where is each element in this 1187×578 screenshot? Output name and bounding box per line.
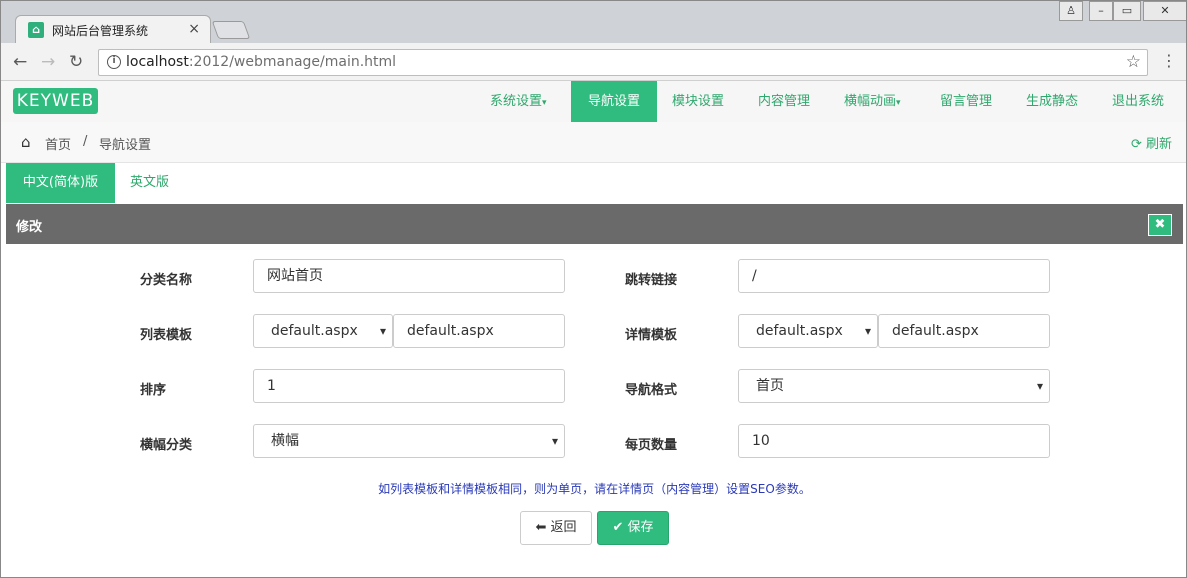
url-host: localhost <box>126 54 189 70</box>
edit-panel-header: 修改 ✖ <box>6 204 1183 244</box>
list-template-label: 列表模板 <box>140 328 193 343</box>
nav-generate-static[interactable]: 生成静态 <box>1026 81 1078 122</box>
nav-style-label: 导航格式 <box>625 383 678 398</box>
url-path: :2012/webmanage/main.html <box>188 54 397 70</box>
sort-input[interactable]: 1 <box>253 369 565 403</box>
refresh-button[interactable]: ⟳ 刷新 <box>1131 133 1172 152</box>
language-tabs: 中文(简体)版 英文版 <box>6 163 1183 203</box>
chevron-down-icon: ▾ <box>896 98 901 108</box>
seo-notice: 如列表模板和详情模板相同，则为单页，请在详情页（内容管理）设置SEO参数。 <box>378 482 811 496</box>
nav-label: 生成静态 <box>1026 94 1079 109</box>
list-template-select[interactable]: default.aspx <box>253 314 393 348</box>
refresh-label: 刷新 <box>1145 137 1172 152</box>
browser-menu-icon[interactable]: ⋮ <box>1161 51 1177 70</box>
nav-system-settings[interactable]: 系统设置▾ <box>490 81 547 122</box>
nav-label: 系统设置 <box>490 94 543 109</box>
tab-english[interactable]: 英文版 <box>130 163 169 203</box>
nav-navigation-settings[interactable]: 导航设置 <box>571 81 657 122</box>
nav-label: 模块设置 <box>672 94 725 109</box>
url-text[interactable]: localhost:2012/webmanage/main.html <box>126 54 396 70</box>
arrow-left-icon: ⬅ <box>535 520 547 535</box>
nav-content-management[interactable]: 内容管理 <box>758 81 810 122</box>
tab-title: 网站后台管理系统 <box>52 24 149 38</box>
chevron-down-icon: ▾ <box>542 98 547 108</box>
redirect-link-input[interactable]: / <box>738 259 1050 293</box>
close-panel-icon[interactable]: ✖ <box>1148 214 1172 236</box>
breadcrumb-home[interactable]: 首页 <box>45 134 71 153</box>
detail-template-select[interactable]: default.aspx <box>738 314 878 348</box>
breadcrumb: ⌂ 首页 / 导航设置 ⟳ 刷新 <box>1 122 1186 163</box>
edit-panel-body: 分类名称 网站首页 跳转链接 / 列表模板 default.aspx defau… <box>6 244 1183 574</box>
nav-label: 留言管理 <box>940 94 993 109</box>
banner-category-select[interactable]: 横幅 <box>253 424 565 458</box>
home-favicon-icon: ⌂ <box>28 22 44 38</box>
breadcrumb-separator: / <box>83 134 88 149</box>
back-label: 返回 <box>550 520 577 535</box>
info-icon[interactable]: i <box>107 55 121 69</box>
nav-style-select[interactable]: 首页 <box>738 369 1050 403</box>
nav-label: 内容管理 <box>758 94 811 109</box>
browser-toolbar: ← → ↻ i localhost:2012/webmanage/main.ht… <box>1 43 1186 81</box>
banner-category-label: 横幅分类 <box>140 438 193 453</box>
detail-template-label: 详情模板 <box>625 328 678 343</box>
browser-tab[interactable]: ⌂ 网站后台管理系统 × <box>15 15 211 43</box>
app-navbar: KEYWEB 系统设置▾ 导航设置 模块设置 内容管理 横幅动画▾ 留言管理 生… <box>1 81 1186 122</box>
save-label: 保存 <box>627 520 654 535</box>
refresh-icon: ⟳ <box>1130 137 1142 152</box>
detail-template-input[interactable]: default.aspx <box>878 314 1050 348</box>
tab-chinese-simplified[interactable]: 中文(简体)版 <box>6 163 115 203</box>
nav-logout[interactable]: 退出系统 <box>1112 81 1164 122</box>
nav-label: 退出系统 <box>1112 94 1165 109</box>
redirect-link-label: 跳转链接 <box>625 273 678 288</box>
new-tab-button[interactable] <box>211 21 251 39</box>
address-bar[interactable]: i localhost:2012/webmanage/main.html ☆ <box>98 49 1148 76</box>
category-name-label: 分类名称 <box>140 273 193 288</box>
back-arrow-icon[interactable]: ← <box>13 52 27 72</box>
nav-label: 导航设置 <box>587 94 640 109</box>
nav-banner-animation[interactable]: 横幅动画▾ <box>844 81 901 122</box>
nav-message-management[interactable]: 留言管理 <box>940 81 992 122</box>
minimize-icon[interactable]: – <box>1089 1 1113 21</box>
user-profile-icon[interactable]: ♙ <box>1059 1 1083 21</box>
home-icon[interactable]: ⌂ <box>21 133 31 151</box>
close-tab-icon[interactable]: × <box>188 21 200 37</box>
forward-arrow-icon[interactable]: → <box>41 52 55 72</box>
breadcrumb-current: 导航设置 <box>99 138 152 153</box>
sort-label: 排序 <box>140 383 167 398</box>
browser-titlebar: ⌂ 网站后台管理系统 × ♙ – ▭ ✕ <box>1 1 1186 43</box>
reload-icon[interactable]: ↻ <box>69 52 83 72</box>
page-size-label: 每页数量 <box>625 438 678 453</box>
back-button[interactable]: ⬅ 返回 <box>520 511 592 545</box>
browser-window: ⌂ 网站后台管理系统 × ♙ – ▭ ✕ ← → ↻ i localhost:2… <box>0 0 1187 578</box>
list-template-input[interactable]: default.aspx <box>393 314 565 348</box>
close-window-icon[interactable]: ✕ <box>1143 1 1186 21</box>
save-button[interactable]: ✔ 保存 <box>597 511 669 545</box>
panel-title: 修改 <box>16 220 43 235</box>
keyweb-logo[interactable]: KEYWEB <box>13 88 98 114</box>
maximize-icon[interactable]: ▭ <box>1113 1 1141 21</box>
bookmark-star-icon[interactable]: ☆ <box>1126 52 1141 72</box>
category-name-input[interactable]: 网站首页 <box>253 259 565 293</box>
nav-label: 横幅动画 <box>844 94 897 109</box>
nav-module-settings[interactable]: 模块设置 <box>672 81 724 122</box>
checkmark-icon: ✔ <box>612 520 624 535</box>
page-size-input[interactable]: 10 <box>738 424 1050 458</box>
